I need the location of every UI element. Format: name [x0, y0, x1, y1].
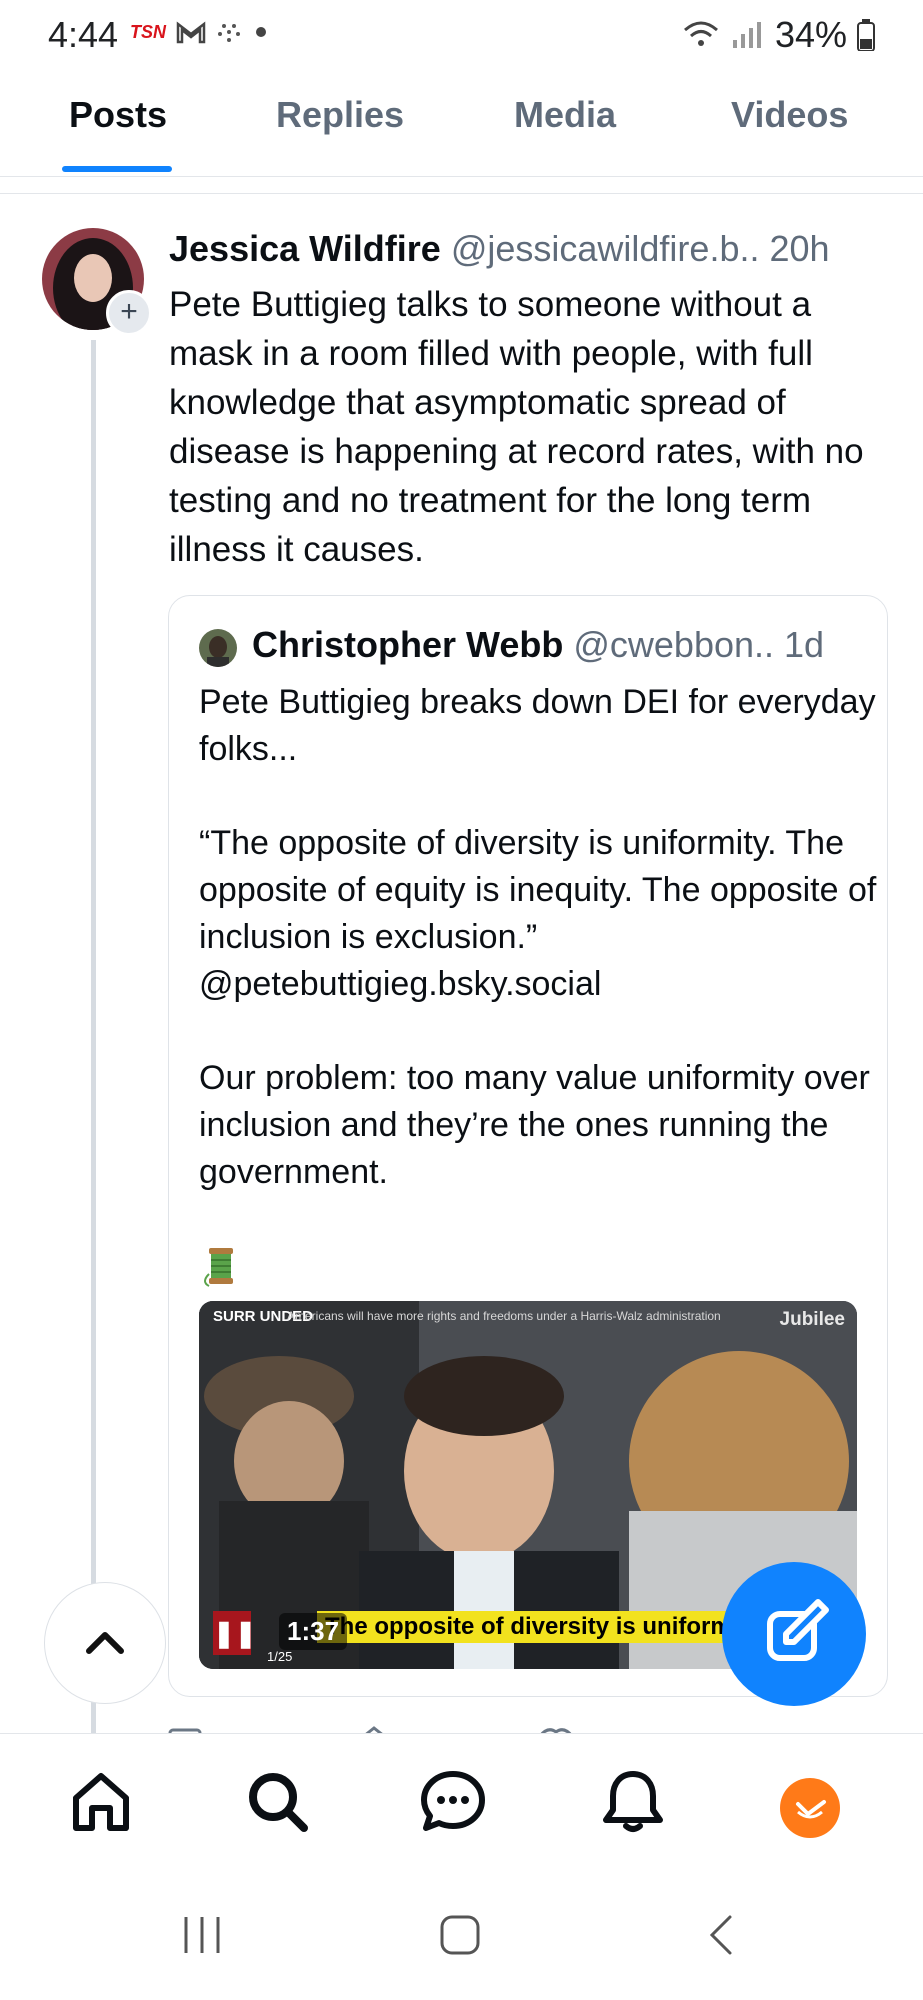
tab-posts[interactable]: Posts: [69, 94, 167, 136]
scroll-to-top-button[interactable]: [44, 1582, 166, 1704]
post-text: Pete Buttigieg talks to someone without …: [169, 285, 864, 569]
status-bar: 4:44 TSN 34%: [0, 0, 923, 75]
quote-header: Christopher Webb @cwebbon.. 1d: [252, 624, 824, 666]
thread-spool-icon: [204, 1248, 233, 1287]
quote-time: 1d: [784, 624, 825, 665]
post-header: Jessica Wildfire @jessicawildfire.b.. 20…: [169, 228, 830, 270]
profile-avatar-icon: [796, 1800, 826, 1819]
tab-videos[interactable]: Videos: [731, 94, 848, 136]
quote-author-handle: @cwebbon..: [573, 624, 775, 665]
system-nav-bar: [0, 1883, 923, 2000]
quote-author-name: Christopher Webb: [252, 624, 564, 665]
home-button-icon[interactable]: [438, 1913, 482, 1957]
recent-apps-icon[interactable]: [180, 1913, 224, 1957]
dots-icon: [218, 24, 240, 42]
follow-button[interactable]: +: [106, 290, 152, 336]
author-handle[interactable]: @jessicawildfire.b..: [451, 228, 760, 269]
chevron-up-icon: [86, 1632, 124, 1654]
video-page-number: 1/25: [267, 1649, 293, 1664]
home-icon[interactable]: [66, 1766, 136, 1836]
video-channel-logo: Jubilee: [779, 1309, 845, 1330]
status-app-icons: TSN: [130, 20, 268, 44]
video-caption: The opposite of diversity is uniformit: [317, 1611, 755, 1643]
profile-tabs: Posts Replies Media Videos: [0, 78, 923, 177]
pause-icon[interactable]: ❚❚: [213, 1611, 257, 1655]
tab-media[interactable]: Media: [514, 94, 616, 136]
battery-icon: [857, 19, 875, 51]
wifi-icon: [683, 21, 718, 46]
tab-replies[interactable]: Replies: [276, 94, 404, 136]
bell-icon[interactable]: [598, 1766, 668, 1836]
bottom-nav: [0, 1733, 923, 1884]
video-tagline: Americans will have more rights and free…: [287, 1309, 721, 1323]
profile-avatar[interactable]: [780, 1778, 840, 1838]
quoted-post[interactable]: Christopher Webb @cwebbon.. 1d Pete Butt…: [168, 595, 888, 1697]
author-name[interactable]: Jessica Wildfire: [169, 228, 441, 269]
post-time[interactable]: 20h: [769, 228, 829, 269]
back-icon[interactable]: [700, 1913, 744, 1957]
search-icon[interactable]: [242, 1766, 312, 1836]
notification-dot-icon: [256, 27, 266, 37]
quote-text: Pete Buttigieg breaks down DEI for every…: [199, 683, 877, 1191]
video-duration: 1:37: [279, 1613, 348, 1650]
quote-avatar: [199, 629, 237, 667]
signal-icon: [732, 22, 761, 48]
status-right: 34%: [681, 14, 875, 56]
battery-percent: 34%: [774, 14, 847, 55]
compose-button[interactable]: [722, 1562, 866, 1706]
active-tab-indicator: [62, 166, 172, 172]
tsn-icon: TSN: [130, 21, 166, 42]
status-time: 4:44: [48, 14, 119, 55]
compose-icon: [767, 1599, 829, 1661]
gmail-icon: [176, 21, 206, 44]
chat-icon[interactable]: [418, 1766, 488, 1836]
thread-line: [91, 340, 96, 1740]
divider: [0, 193, 923, 194]
